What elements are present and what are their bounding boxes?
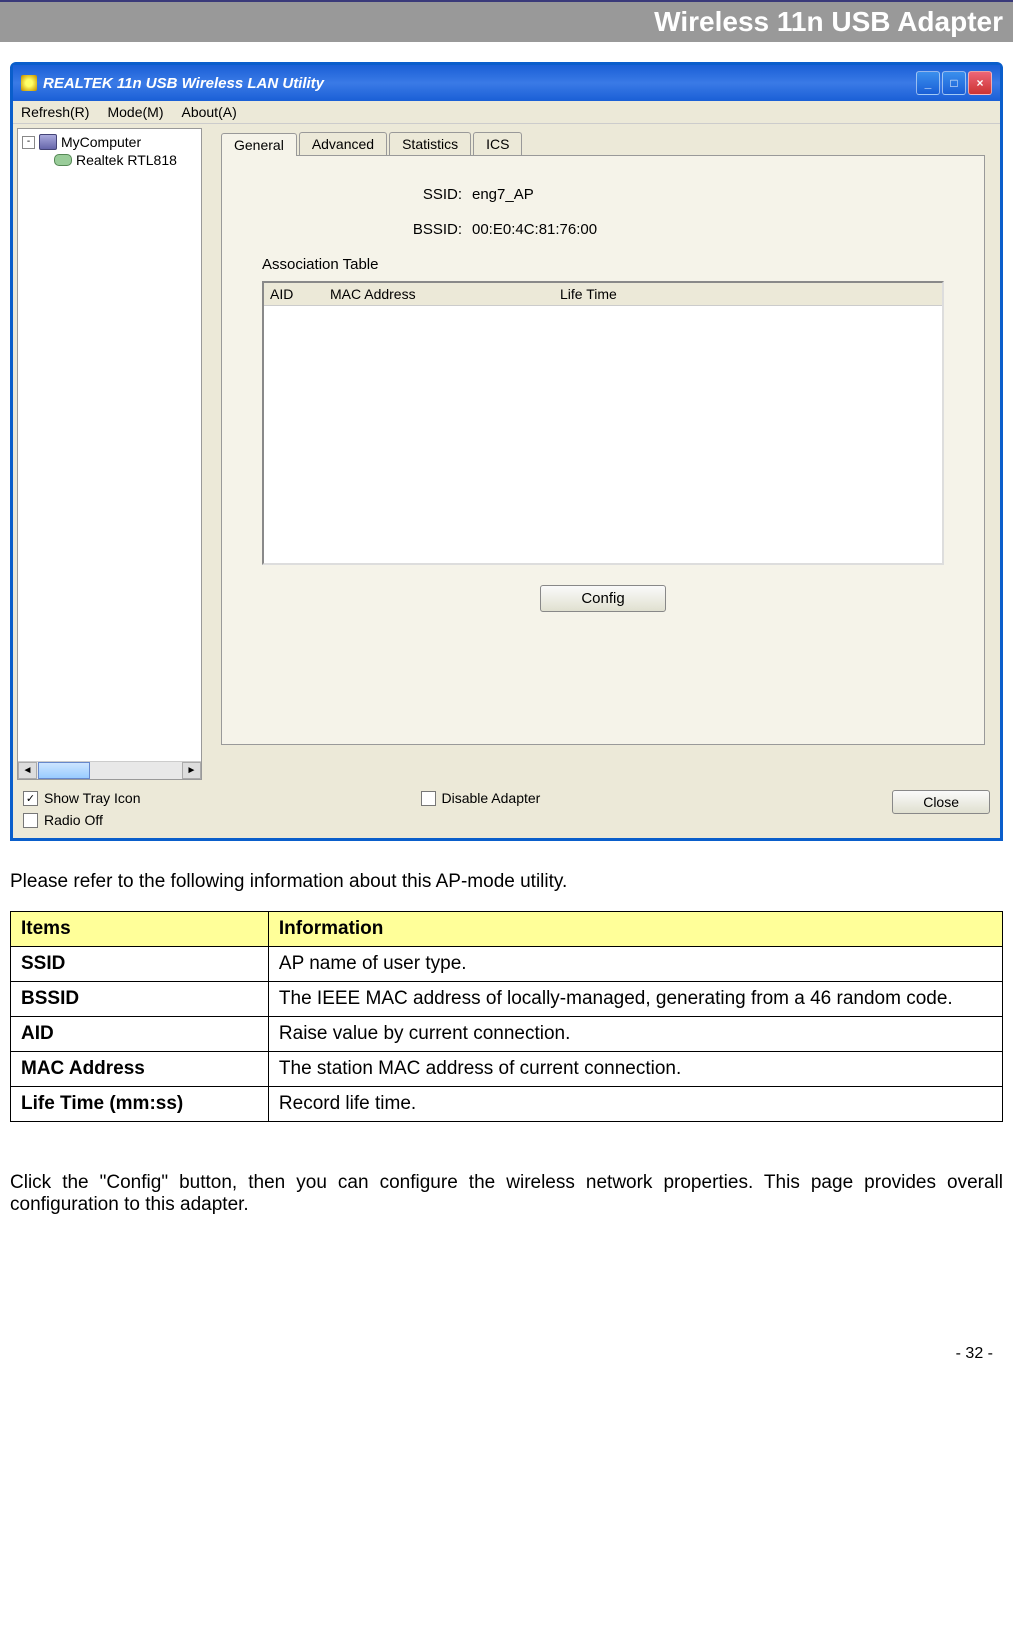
- ssid-value: eng7_AP: [472, 186, 534, 203]
- column-life[interactable]: Life Time: [560, 286, 617, 302]
- window-title: REALTEK 11n USB Wireless LAN Utility: [43, 75, 916, 92]
- tree-child-label[interactable]: Realtek RTL818: [76, 152, 177, 168]
- table-header-items: Items: [11, 912, 269, 947]
- bottom-bar: ✓ Show Tray Icon Radio Off Disable Adapt…: [13, 784, 1000, 838]
- disable-adapter-checkbox[interactable]: [421, 791, 436, 806]
- config-button[interactable]: Config: [540, 585, 665, 612]
- bssid-label: BSSID:: [262, 221, 472, 238]
- page-number: - 32 -: [0, 1245, 1013, 1383]
- show-tray-checkbox[interactable]: ✓: [23, 791, 38, 806]
- window-titlebar: REALTEK 11n USB Wireless LAN Utility _ □…: [13, 65, 1000, 101]
- app-icon: [21, 75, 37, 91]
- association-table: AID MAC Address Life Time: [262, 281, 944, 565]
- scroll-thumb[interactable]: [38, 762, 90, 779]
- tab-content: SSID: eng7_AP BSSID: 00:E0:4C:81:76:00 A…: [221, 155, 985, 745]
- utility-window: REALTEK 11n USB Wireless LAN Utility _ □…: [10, 62, 1003, 841]
- table-row: BSSID The IEEE MAC address of locally-ma…: [11, 982, 1003, 1017]
- info-table: Items Information SSID AP name of user t…: [10, 911, 1003, 1122]
- scroll-right-icon[interactable]: ►: [182, 762, 201, 779]
- computer-icon: [39, 134, 57, 150]
- bssid-value: 00:E0:4C:81:76:00: [472, 221, 597, 238]
- table-row: Life Time (mm:ss) Record life time.: [11, 1087, 1003, 1122]
- close-window-button[interactable]: ×: [968, 71, 992, 95]
- maximize-button[interactable]: □: [942, 71, 966, 95]
- device-tree: - MyComputer Realtek RTL818 ◄ ►: [17, 128, 202, 780]
- close-button[interactable]: Close: [892, 790, 990, 814]
- column-mac[interactable]: MAC Address: [330, 286, 560, 302]
- column-aid[interactable]: AID: [270, 286, 330, 302]
- show-tray-label: Show Tray Icon: [44, 790, 141, 806]
- table-row: MAC Address The station MAC address of c…: [11, 1052, 1003, 1087]
- tree-root-label[interactable]: MyComputer: [61, 134, 141, 150]
- radio-off-label: Radio Off: [44, 812, 103, 828]
- radio-off-checkbox[interactable]: [23, 813, 38, 828]
- table-row: SSID AP name of user type.: [11, 947, 1003, 982]
- config-paragraph: Click the "Config" button, then you can …: [10, 1172, 1003, 1216]
- menu-mode[interactable]: Mode(M): [107, 104, 163, 120]
- horizontal-scrollbar[interactable]: ◄ ►: [18, 761, 201, 779]
- tab-general[interactable]: General: [221, 133, 297, 156]
- menu-about[interactable]: About(A): [181, 104, 236, 120]
- association-table-label: Association Table: [262, 256, 944, 273]
- tab-ics[interactable]: ICS: [473, 132, 522, 155]
- menu-bar: Refresh(R) Mode(M) About(A): [13, 101, 1000, 124]
- tab-statistics[interactable]: Statistics: [389, 132, 471, 155]
- menu-refresh[interactable]: Refresh(R): [21, 104, 89, 120]
- page-header: Wireless 11n USB Adapter: [0, 0, 1013, 42]
- tab-bar: General Advanced Statistics ICS: [221, 132, 985, 155]
- minimize-button[interactable]: _: [916, 71, 940, 95]
- tab-advanced[interactable]: Advanced: [299, 132, 387, 155]
- adapter-icon: [54, 154, 72, 166]
- header-title: Wireless 11n USB Adapter: [654, 6, 1003, 37]
- intro-text: Please refer to the following informatio…: [10, 871, 1003, 893]
- tree-expander-icon[interactable]: -: [22, 136, 35, 149]
- scroll-left-icon[interactable]: ◄: [18, 762, 37, 779]
- ssid-label: SSID:: [262, 186, 472, 203]
- disable-adapter-label: Disable Adapter: [442, 790, 541, 806]
- table-header-info: Information: [268, 912, 1002, 947]
- table-row: AID Raise value by current connection.: [11, 1017, 1003, 1052]
